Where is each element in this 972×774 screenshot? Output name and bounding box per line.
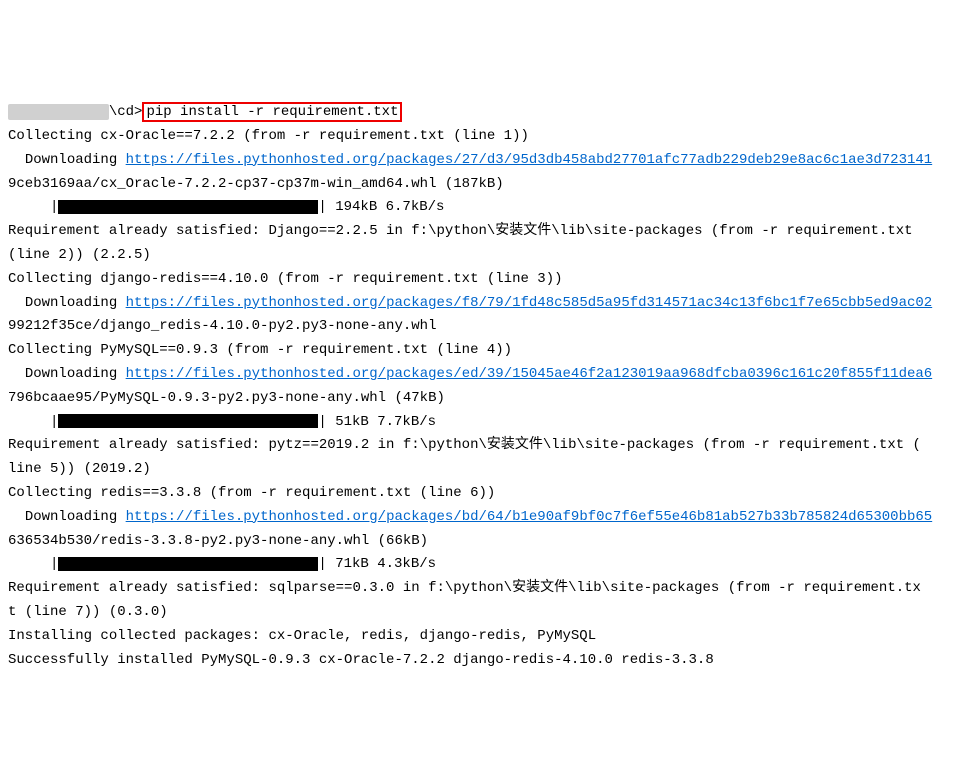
progress-bar [58, 557, 318, 571]
output-line: Requirement already satisfied: Django==2… [8, 223, 913, 239]
output-line: Successfully installed PyMySQL-0.9.3 cx-… [8, 652, 714, 668]
output-line: Downloading [8, 509, 126, 525]
output-line: | [8, 199, 58, 215]
output-line: Requirement already satisfied: sqlparse=… [8, 580, 921, 596]
prompt-path-suffix: \cd> [109, 104, 143, 120]
progress-bar [58, 414, 318, 428]
output-line: 636534b530/redis-3.3.8-py2.py3-none-any.… [8, 533, 428, 549]
output-line: 796bcaae95/PyMySQL-0.9.3-py2.py3-none-an… [8, 390, 445, 406]
output-line: Downloading [8, 295, 126, 311]
output-line: Collecting cx-Oracle==7.2.2 (from -r req… [8, 128, 529, 144]
output-line: | 51kB 7.7kB/s [318, 414, 436, 430]
output-line: Collecting PyMySQL==0.9.3 (from -r requi… [8, 342, 512, 358]
download-link[interactable]: https://files.pythonhosted.org/packages/… [126, 152, 933, 168]
output-line: line 5)) (2019.2) [8, 461, 151, 477]
output-line: | [8, 414, 58, 430]
terminal-output: ____________\cd>pip install -r requireme… [8, 104, 932, 667]
download-link[interactable]: https://files.pythonhosted.org/packages/… [126, 509, 933, 525]
command-highlight: pip install -r requirement.txt [142, 102, 402, 122]
output-line: Requirement already satisfied: pytz==201… [8, 437, 921, 453]
output-line: Installing collected packages: cx-Oracle… [8, 628, 596, 644]
output-line: Collecting redis==3.3.8 (from -r require… [8, 485, 495, 501]
download-link[interactable]: https://files.pythonhosted.org/packages/… [126, 295, 933, 311]
output-line: | [8, 556, 58, 572]
obscured-path: ____________ [8, 104, 109, 120]
download-link[interactable]: https://files.pythonhosted.org/packages/… [126, 366, 933, 382]
output-line: t (line 7)) (0.3.0) [8, 604, 168, 620]
output-line: Collecting django-redis==4.10.0 (from -r… [8, 271, 563, 287]
output-line: 9ceb3169aa/cx_Oracle-7.2.2-cp37-cp37m-wi… [8, 176, 504, 192]
output-line: 99212f35ce/django_redis-4.10.0-py2.py3-n… [8, 318, 436, 334]
progress-bar [58, 200, 318, 214]
output-line: | 194kB 6.7kB/s [318, 199, 444, 215]
output-line: (line 2)) (2.2.5) [8, 247, 151, 263]
output-line: Downloading [8, 152, 126, 168]
output-line: Downloading [8, 366, 126, 382]
output-line: | 71kB 4.3kB/s [318, 556, 436, 572]
